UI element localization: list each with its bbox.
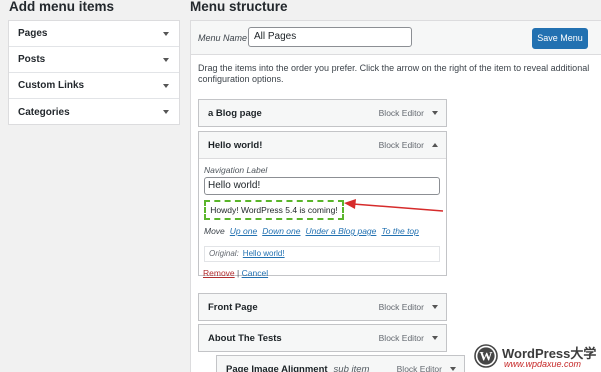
wordpress-logo-icon: W [474, 344, 498, 368]
svg-text:W: W [480, 349, 493, 364]
annotation-arrow [344, 199, 444, 212]
arrow-head [344, 199, 356, 209]
watermark: W WordPress大学 www.wpdaxue.com [474, 343, 600, 371]
arrow-line [352, 203, 444, 212]
watermark-url: www.wpdaxue.com [504, 359, 582, 369]
